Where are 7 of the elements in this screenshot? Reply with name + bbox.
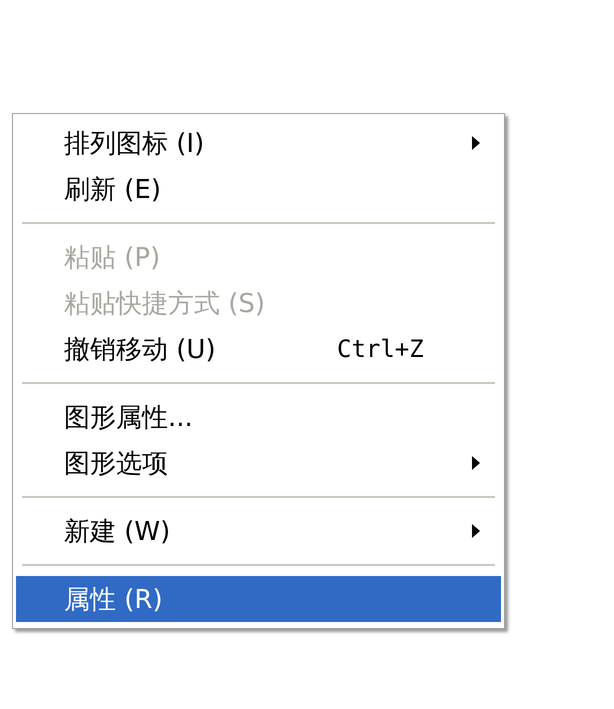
menu-item[interactable]: 新建 (W) bbox=[16, 508, 501, 554]
menu-item[interactable]: 刷新 (E) bbox=[16, 166, 501, 212]
menu-item[interactable]: 图形选项 bbox=[16, 440, 501, 486]
menu-item[interactable]: 撤销移动 (U) Ctrl+Z bbox=[16, 326, 501, 372]
menu-item[interactable]: 排列图标 (I) bbox=[16, 120, 501, 166]
menu-item[interactable]: 属性 (R) bbox=[16, 576, 501, 622]
menu-item[interactable]: 图形属性... bbox=[16, 394, 501, 440]
